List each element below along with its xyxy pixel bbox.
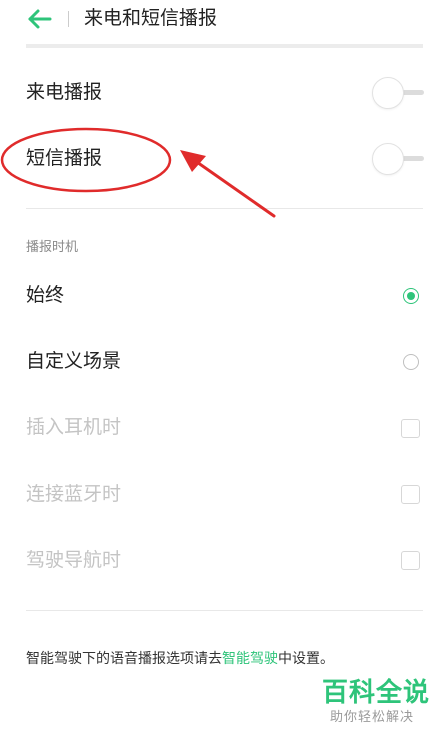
annotation-arrow (180, 150, 276, 218)
section-title: 播报时机 (26, 240, 79, 255)
switch-thumb (372, 77, 404, 109)
radio-always-label[interactable]: 始终 (26, 282, 64, 308)
header-separator (68, 11, 69, 27)
radio-custom-scene[interactable] (403, 354, 419, 370)
scene-navigation-label: 驾驶导航时 (26, 549, 122, 571)
incoming-call-broadcast-label: 来电播报 (26, 81, 103, 103)
footer-note: 智能驾驶下的语音播报选项请去智能驾驶中设置。 (26, 648, 334, 668)
incoming-call-broadcast-switch[interactable] (372, 77, 424, 109)
annotation-circle (0, 127, 172, 193)
watermark-logo: 百科全说 (322, 678, 431, 708)
scene-navigation-checkbox[interactable] (401, 551, 420, 570)
switch-thumb (372, 143, 404, 175)
radio-always[interactable] (403, 288, 419, 304)
sms-broadcast-switch[interactable] (372, 143, 424, 175)
footer-divider (26, 610, 423, 611)
app-header: 来电和短信播报 (0, 0, 448, 40)
arrow-left-icon (28, 9, 52, 29)
scene-headphones-checkbox[interactable] (401, 419, 420, 438)
radio-dot (407, 292, 415, 300)
page-title: 来电和短信播报 (84, 7, 218, 29)
footer-suffix: 中设置。 (278, 651, 334, 667)
watermark-subtitle: 助你轻松解决 (330, 710, 415, 725)
scene-bluetooth-label: 连接蓝牙时 (26, 483, 122, 505)
smart-driving-link[interactable]: 智能驾驶 (222, 651, 278, 667)
back-button[interactable] (26, 8, 54, 30)
header-divider (26, 44, 423, 48)
radio-custom-scene-label[interactable]: 自定义场景 (26, 348, 121, 374)
scene-headphones-label: 插入耳机时 (26, 416, 122, 438)
footer-prefix: 智能驾驶下的语音播报选项请去 (26, 651, 222, 667)
scene-bluetooth-checkbox[interactable] (401, 485, 420, 504)
